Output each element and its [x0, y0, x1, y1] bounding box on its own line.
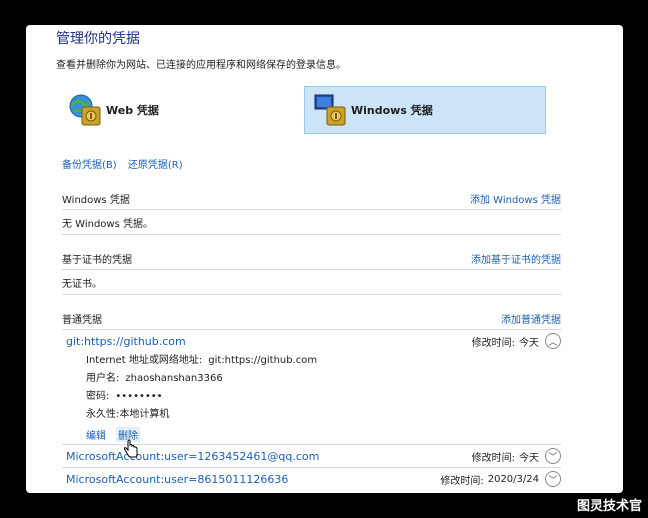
modified-label: 修改时间:	[440, 475, 484, 487]
chevron-up-icon[interactable]: ︿	[545, 333, 561, 349]
windows-section-empty: 无 Windows 凭据。	[62, 218, 153, 230]
add-windows-credential-link[interactable]: 添加 Windows 凭据	[470, 191, 561, 206]
chevron-down-icon[interactable]: ﹀	[545, 471, 561, 487]
certificate-credentials-section: 基于证书的凭据 添加基于证书的凭据 无证书。	[62, 247, 561, 295]
hand-cursor-icon	[123, 439, 139, 463]
restore-credentials-link[interactable]: 还原凭据(R)	[128, 160, 183, 171]
username-label: 用户名:	[86, 373, 120, 384]
windows-section-title: Windows 凭据	[62, 194, 130, 206]
credential-manager-panel: 管理你的凭据 查看并删除你为网站、已连接的应用程序和网络保存的登录信息。 Web…	[26, 25, 623, 493]
add-certificate-credential-link[interactable]: 添加基于证书的凭据	[471, 251, 561, 266]
windows-credentials-label: Windows 凭据	[351, 104, 433, 117]
windows-credentials-icon	[313, 93, 347, 127]
password-value: ••••••••	[115, 391, 163, 402]
credential-name: MicrosoftAccount:user=1263452461@qq.com	[66, 449, 320, 463]
credential-entry-header[interactable]: git:https://github.com 修改时间: 今天 ︿	[62, 330, 561, 352]
credential-entry-header[interactable]: MicrosoftAccount:user=8615011126636 修改时间…	[62, 468, 561, 490]
chevron-down-icon[interactable]: ﹀	[545, 448, 561, 464]
backup-credentials-link[interactable]: 备份凭据(B)	[62, 160, 117, 171]
add-generic-credential-link[interactable]: 添加普通凭据	[501, 311, 561, 326]
credential-entry: git:https://github.com 修改时间: 今天 ︿ Intern…	[62, 330, 561, 444]
modified-value: 今天	[519, 452, 539, 464]
credential-entry: MicrosoftAccount:user=8615011126636 修改时间…	[62, 468, 561, 490]
web-credentials-icon	[68, 93, 102, 127]
modified-label: 修改时间:	[471, 337, 515, 349]
windows-credentials-tile[interactable]: Windows 凭据	[304, 86, 546, 134]
credential-name: MicrosoftAccount:user=8615011126636	[66, 472, 289, 486]
edit-credential-link[interactable]: 编辑	[86, 427, 106, 442]
address-value: git:https://github.com	[208, 355, 318, 366]
modified-value: 今天	[519, 337, 539, 349]
page-title: 管理你的凭据	[56, 31, 140, 47]
persistence-value: 本地计算机	[119, 409, 170, 420]
generic-section-title: 普通凭据	[62, 314, 102, 326]
credential-details: Internet 地址或网络地址: git:https://github.com …	[62, 352, 561, 424]
windows-credentials-section: Windows 凭据 添加 Windows 凭据 无 Windows 凭据。	[62, 187, 561, 235]
username-value: zhaoshanshan3366	[125, 373, 223, 384]
backup-restore-links: 备份凭据(B) 还原凭据(R)	[62, 156, 191, 171]
address-label: Internet 地址或网络地址:	[86, 355, 203, 366]
modified-label: 修改时间:	[471, 452, 515, 464]
cert-section-empty: 无证书。	[62, 278, 102, 290]
credential-name: git:https://github.com	[66, 334, 186, 348]
page-description: 查看并删除你为网站、已连接的应用程序和网络保存的登录信息。	[56, 60, 346, 71]
password-label: 密码:	[86, 391, 110, 402]
modified-value: 2020/3/24	[487, 473, 539, 485]
cert-section-title: 基于证书的凭据	[62, 254, 132, 266]
persistence-label: 永久性:	[86, 409, 120, 420]
web-credentials-tile[interactable]: Web 凭据	[64, 86, 214, 134]
watermark-text: 图灵技术官	[576, 499, 642, 514]
web-credentials-label: Web 凭据	[106, 104, 159, 117]
